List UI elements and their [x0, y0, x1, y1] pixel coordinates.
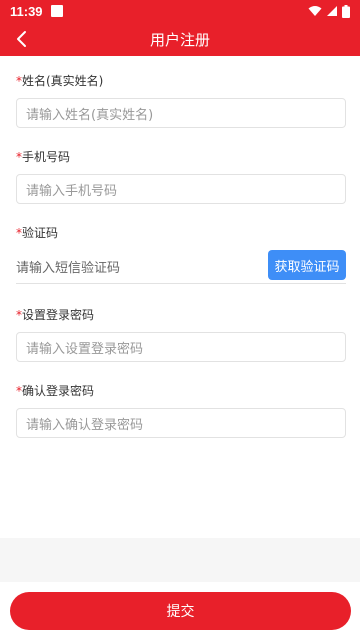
password-label: *设置登录密码 — [16, 306, 94, 323]
phone-label: *手机号码 — [16, 148, 70, 165]
chevron-left-icon — [17, 31, 26, 47]
name-label: *姓名(真实姓名) — [16, 72, 103, 89]
confirm-password-label: *确认登录密码 — [16, 382, 94, 399]
signal-icon — [327, 6, 337, 16]
phone-label-text: 手机号码 — [22, 150, 71, 164]
submit-button[interactable]: 提交 — [10, 592, 351, 630]
sms-code-row: 请输入短信验证码 获取验证码 — [16, 249, 346, 284]
password-label-text: 设置登录密码 — [22, 308, 95, 322]
password-input[interactable]: 请输入设置登录密码 — [16, 332, 346, 362]
name-input[interactable]: 请输入姓名(真实姓名) — [16, 98, 346, 128]
back-button[interactable] — [8, 26, 34, 52]
sms-code-input[interactable]: 请输入短信验证码 — [16, 257, 120, 276]
app-bar: 用户注册 — [0, 22, 360, 56]
wifi-icon — [308, 6, 322, 16]
status-icons — [308, 4, 350, 18]
status-time: 11:39 — [10, 3, 43, 19]
name-label-text: 姓名(真实姓名) — [22, 74, 104, 88]
status-bar: 11:39 — [0, 0, 360, 22]
confirm-password-input-placeholder: 请输入确认登录密码 — [26, 417, 144, 433]
code-label-text: 验证码 — [22, 226, 59, 240]
bottom-band — [0, 538, 360, 582]
password-input-placeholder: 请输入设置登录密码 — [26, 341, 144, 357]
battery-icon — [342, 4, 350, 18]
get-code-button[interactable]: 获取验证码 — [268, 250, 346, 280]
confirm-password-input[interactable]: 请输入确认登录密码 — [16, 408, 346, 438]
code-label: *验证码 — [16, 224, 58, 241]
phone-input[interactable]: 请输入手机号码 — [16, 174, 346, 204]
notification-square-icon — [50, 5, 63, 17]
name-input-placeholder: 请输入姓名(真实姓名) — [26, 107, 154, 123]
page-title: 用户注册 — [149, 30, 210, 49]
phone-input-placeholder: 请输入手机号码 — [26, 183, 118, 199]
confirm-password-label-text: 确认登录密码 — [22, 384, 95, 398]
